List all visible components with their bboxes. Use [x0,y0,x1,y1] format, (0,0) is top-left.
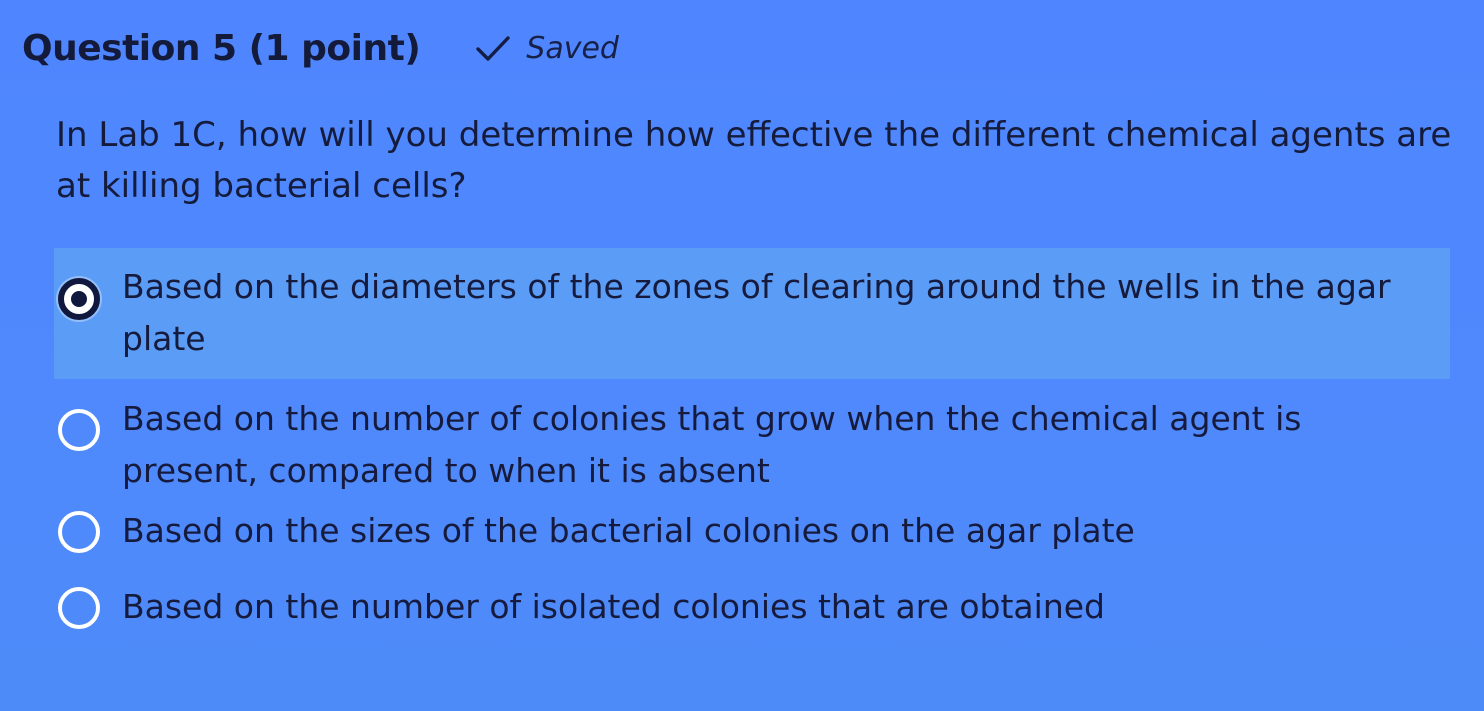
saved-status: Saved [474,31,619,66]
answer-option-colony-sizes[interactable]: Based on the sizes of the bacterial colo… [54,499,1450,575]
answer-option-label: Based on the number of isolated colonies… [122,587,1105,626]
answer-option-label: Based on the number of colonies that gro… [122,399,1302,490]
question-header: Question 5 (1 point) Saved [22,28,619,69]
answer-option-zones-of-clearing[interactable]: Based on the diameters of the zones of c… [54,248,1450,379]
radio-unselected-icon[interactable] [58,511,100,553]
saved-label: Saved [526,31,619,66]
answer-option-label: Based on the sizes of the bacterial colo… [122,511,1135,550]
question-prompt: In Lab 1C, how will you determine how ef… [56,115,1452,206]
radio-unselected-icon[interactable] [58,409,100,451]
answer-option-isolated-colonies[interactable]: Based on the number of isolated colonies… [54,575,1450,651]
question-title: Question 5 (1 point) [22,28,421,69]
radio-unselected-icon[interactable] [58,587,100,629]
check-icon [476,35,510,61]
answer-options: Based on the diameters of the zones of c… [54,248,1450,651]
answer-option-label: Based on the diameters of the zones of c… [122,267,1391,358]
answer-option-colony-count-comparison[interactable]: Based on the number of colonies that gro… [54,379,1450,499]
question-card: Question 5 (1 point) Saved In Lab 1C, ho… [0,0,1484,711]
radio-selected-icon[interactable] [58,278,100,320]
